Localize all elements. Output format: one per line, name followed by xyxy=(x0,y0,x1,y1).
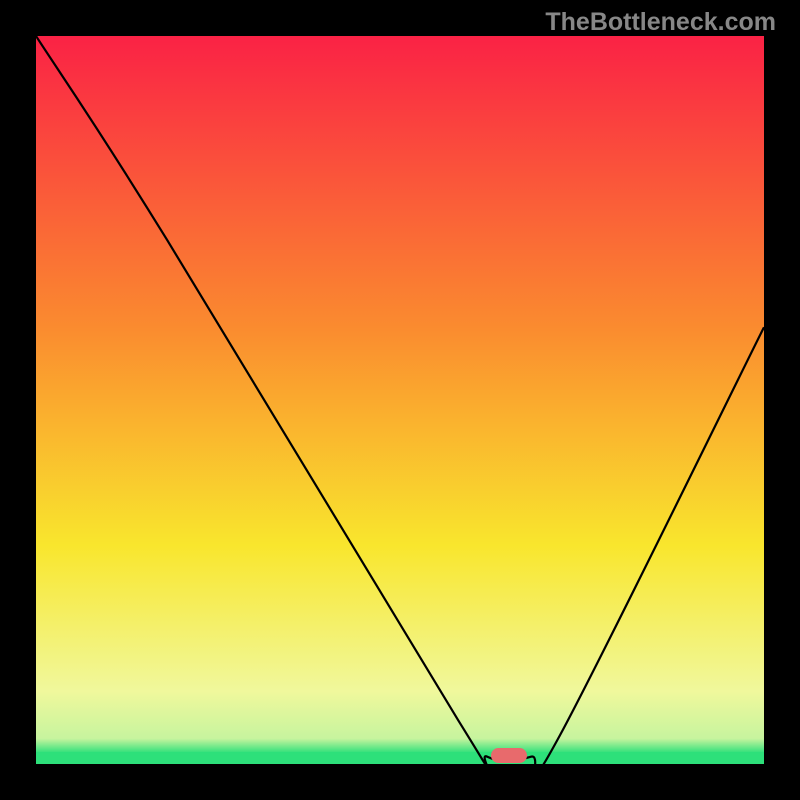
bottleneck-curve xyxy=(36,36,764,764)
optimum-marker xyxy=(491,748,527,763)
chart-frame: TheBottleneck.com xyxy=(0,0,800,800)
plot-area xyxy=(36,36,764,764)
watermark-text: TheBottleneck.com xyxy=(545,8,776,37)
